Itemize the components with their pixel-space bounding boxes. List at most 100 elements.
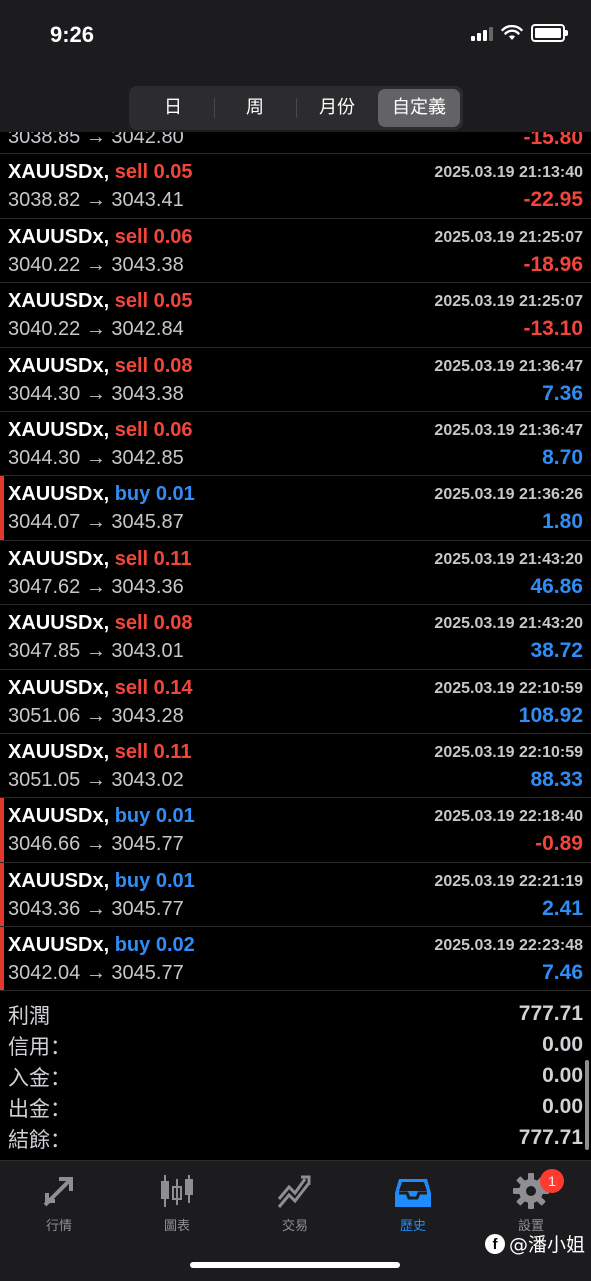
summary-row-profit: 利潤 777.71	[0, 998, 591, 1029]
period-tab-custom[interactable]: 自定義	[378, 89, 460, 127]
trade-side-volume: buy 0.02	[114, 934, 195, 957]
trade-prices: 3051.06 → 3043.28	[8, 704, 184, 727]
cellular-signal-icon	[471, 25, 493, 41]
trade-prices: 3051.05 → 3043.02	[8, 768, 184, 791]
trade-prices: 3040.22 → 3043.38	[8, 253, 184, 276]
trade-prices: 3044.30 → 3043.38	[8, 382, 184, 405]
trade-prices: 3042.04 → 3045.77	[8, 962, 184, 985]
trade-profit: -22.95	[523, 188, 583, 212]
summary-value: 777.71	[518, 1002, 583, 1025]
trade-time: 2025.03.19 21:36:47	[434, 357, 583, 375]
tab-settings[interactable]: 1 設置	[472, 1169, 590, 1234]
wifi-icon	[501, 25, 523, 40]
trade-time: 2025.03.19 21:43:20	[434, 550, 583, 568]
trade-side-volume: buy 0.01	[114, 869, 195, 892]
trade-time: 2025.03.19 22:18:40	[434, 808, 583, 826]
trade-side-volume: buy 0.01	[114, 805, 195, 828]
trade-prices: 3047.62 → 3043.36	[8, 575, 184, 598]
trade-prices: 3044.30 → 3042.85	[8, 446, 184, 469]
symbol-name: XAUUSDx,	[8, 869, 110, 892]
trade-profit: 88.33	[530, 767, 583, 791]
symbol-name: XAUUSDx,	[8, 418, 110, 441]
summary-value: 777.71	[518, 1126, 583, 1149]
trade-side-volume: sell 0.11	[114, 547, 192, 570]
trade-row[interactable]: XAUUSDx, sell 0.11 2025.03.19 22:10:59 305…	[0, 734, 591, 799]
trade-row[interactable]: XAUUSDx, sell 0.05 2025.03.19 21:13:40 303…	[0, 154, 591, 219]
trade-row[interactable]: XAUUSDx, buy 0.01 2025.03.19 22:21:19 3043…	[0, 862, 591, 928]
tab-label: 圖表	[163, 1219, 190, 1234]
trade-time: 2025.03.19 22:21:19	[434, 872, 583, 890]
summary-row-credit: 信用： 0.00	[0, 1029, 591, 1060]
battery-icon	[531, 24, 568, 42]
top-bar: 9:26 日 周 月份 自定義	[0, 0, 591, 132]
trade-history-list[interactable]: 3038.85 → 3042.80 -15.80 XAUUSDx, sell 0…	[0, 90, 591, 992]
tab-label: 歷史	[399, 1219, 426, 1234]
trade-row[interactable]: XAUUSDx, sell 0.14 2025.03.19 22:10:59 305…	[0, 670, 591, 734]
trade-profit: -18.96	[523, 252, 583, 276]
period-tab-month[interactable]: 月份	[296, 89, 378, 127]
symbol-name: XAUUSDx,	[8, 290, 110, 313]
tab-history[interactable]: 歷史	[354, 1171, 472, 1234]
summary-value: 0.00	[542, 1095, 583, 1118]
summary-label: 出金：	[8, 1097, 71, 1121]
trade-prices: 3038.82 → 3043.41	[8, 189, 184, 212]
summary-value: 0.00	[542, 1064, 583, 1087]
trade-time: 2025.03.19 21:25:07	[434, 293, 583, 311]
trade-row[interactable]: XAUUSDx, sell 0.11 2025.03.19 21:43:20 304…	[0, 541, 591, 606]
trade-row[interactable]: XAUUSDx, sell 0.05 2025.03.19 21:25:07 304…	[0, 283, 591, 348]
tab-trade[interactable]: 交易	[236, 1171, 354, 1234]
trade-symbol: XAUUSDx, sell 0.06	[8, 226, 193, 249]
trade-symbol: XAUUSDx, sell 0.11	[8, 548, 191, 571]
candlestick-chart-icon	[161, 1175, 193, 1207]
trade-symbol: XAUUSDx, buy 0.01	[8, 805, 195, 828]
scrollbar[interactable]	[585, 1060, 589, 1150]
trade-time: 2025.03.19 21:13:40	[434, 164, 583, 182]
trade-row[interactable]: XAUUSDx, buy 0.02 2025.03.19 22:23:48 3042…	[0, 927, 591, 992]
trade-prices: 3046.66 → 3045.77	[8, 833, 184, 856]
trade-profit: 1.80	[542, 510, 583, 534]
trade-prices: 3043.36 → 3045.77	[8, 897, 184, 920]
trade-side-volume: sell 0.06	[114, 225, 193, 248]
symbol-name: XAUUSDx,	[8, 483, 110, 506]
trade-time: 2025.03.19 21:36:47	[434, 421, 583, 439]
symbol-name: XAUUSDx,	[8, 547, 110, 570]
trade-prices: 3044.07 → 3045.87	[8, 511, 184, 534]
trade-time: 2025.03.19 21:43:20	[434, 615, 583, 633]
trade-row[interactable]: XAUUSDx, buy 0.01 2025.03.19 22:18:40 3046…	[0, 798, 591, 863]
period-tab-day[interactable]: 日	[132, 89, 214, 127]
trade-row[interactable]: XAUUSDx, sell 0.06 2025.03.19 21:25:07 304…	[0, 219, 591, 284]
symbol-name: XAUUSDx,	[8, 354, 110, 377]
summary-label: 入金：	[8, 1066, 71, 1090]
trade-symbol: XAUUSDx, sell 0.06	[8, 419, 193, 442]
status-icons	[471, 24, 568, 42]
trade-time: 2025.03.19 21:25:07	[434, 228, 583, 246]
home-indicator[interactable]	[190, 1262, 400, 1268]
trade-trend-icon	[277, 1175, 311, 1208]
watermark-text: @潘小姐	[508, 1234, 585, 1256]
tab-chart[interactable]: 圖表	[118, 1171, 236, 1234]
trade-time: 2025.03.19 21:36:26	[434, 486, 583, 504]
trade-profit: 46.86	[530, 574, 583, 598]
facebook-logo-icon: f	[484, 1233, 505, 1254]
trade-row[interactable]: XAUUSDx, buy 0.01 2025.03.19 21:36:26 3044…	[0, 476, 591, 541]
trade-prices: 3047.85 → 3043.01	[8, 640, 184, 663]
trade-symbol: XAUUSDx, buy 0.01	[8, 870, 195, 893]
summary-row-balance: 結餘： 777.71	[0, 1122, 591, 1153]
period-tab-week[interactable]: 周	[214, 89, 296, 127]
tab-label: 交易	[281, 1219, 308, 1234]
summary-value: 0.00	[542, 1033, 583, 1056]
tab-quotes[interactable]: 行情	[0, 1171, 118, 1234]
period-segmented-control: 日 周 月份 自定義	[129, 86, 463, 130]
trade-profit: 108.92	[518, 703, 583, 727]
trade-side-volume: sell 0.11	[114, 740, 192, 763]
trade-time: 2025.03.19 22:10:59	[434, 679, 583, 697]
summary-label: 利潤	[8, 1004, 50, 1028]
history-tray-icon	[395, 1179, 431, 1207]
symbol-name: XAUUSDx,	[8, 676, 110, 699]
trade-row[interactable]: XAUUSDx, sell 0.08 2025.03.19 21:43:20 304…	[0, 605, 591, 670]
symbol-name: XAUUSDx,	[8, 161, 110, 184]
trade-row[interactable]: XAUUSDx, sell 0.06 2025.03.19 21:36:47 304…	[0, 412, 591, 477]
trade-side-volume: sell 0.14	[114, 676, 193, 699]
notification-badge: 1	[540, 1169, 564, 1193]
trade-row[interactable]: XAUUSDx, sell 0.08 2025.03.19 21:36:47 304…	[0, 348, 591, 412]
